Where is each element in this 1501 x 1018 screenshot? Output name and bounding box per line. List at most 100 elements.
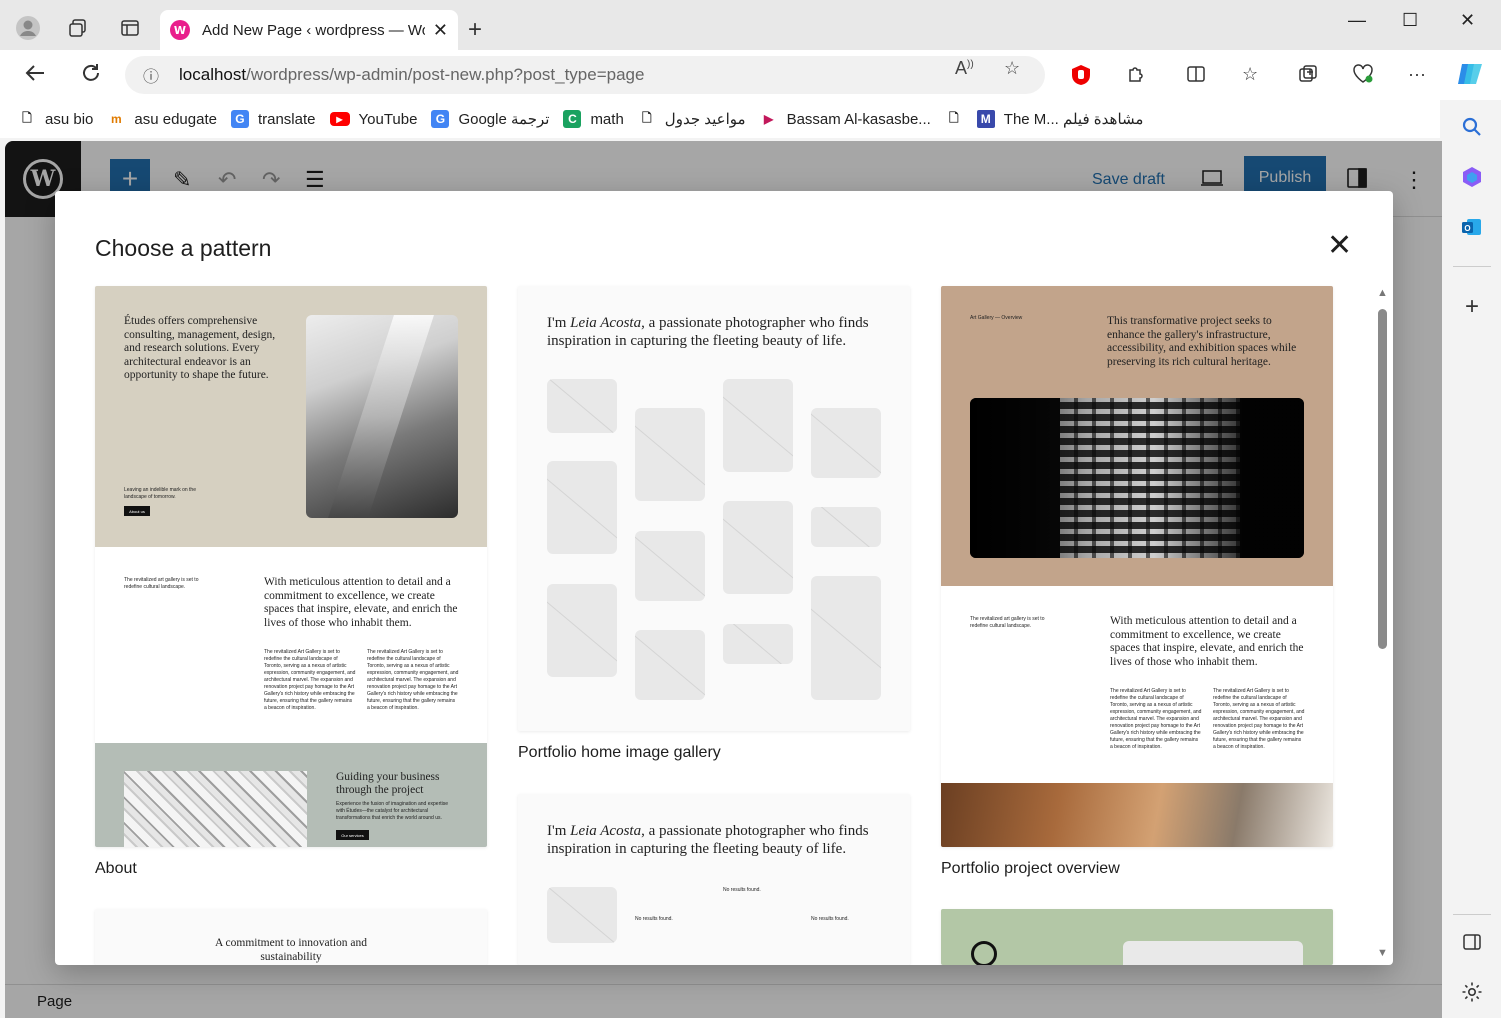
back-icon[interactable] xyxy=(24,62,46,90)
bookmark-the-m[interactable]: M The M... مشاهدة فيلم xyxy=(976,110,1143,128)
gallery-image-placeholder xyxy=(547,461,617,554)
gallery-image-placeholder xyxy=(723,379,793,472)
modal-title: Choose a pattern xyxy=(95,235,272,261)
commitment-text: A commitment to innovation and sustainab… xyxy=(214,937,368,963)
no-results-text: No results found. xyxy=(635,916,673,922)
bookmark-youtube[interactable]: ▶ YouTube xyxy=(329,111,417,128)
outlook-icon[interactable]: O xyxy=(1459,214,1485,240)
bookmark-google-translate[interactable]: G Google ترجمة xyxy=(431,110,549,128)
pattern-label-project-overview[interactable]: Portfolio project overview xyxy=(941,860,1120,878)
collections-icon[interactable] xyxy=(1298,64,1318,89)
wordpress-favicon-icon: W xyxy=(170,20,190,40)
tab-actions-icon[interactable] xyxy=(116,14,144,42)
no-results-text: No results found. xyxy=(811,916,849,922)
bookmark-asu-bio[interactable]: 🗋 asu bio xyxy=(18,110,93,128)
modal-scrollbar[interactable]: ▲ ▼ xyxy=(1375,287,1391,959)
pattern-card-portfolio-gallery[interactable]: I'm Leia Acosta, a passionate photograph… xyxy=(518,286,910,731)
pattern-card-green[interactable] xyxy=(941,909,1333,965)
url-path: /wordpress/wp-admin/post-new.php?post_ty… xyxy=(246,65,645,84)
copilot-sidebar-icon[interactable] xyxy=(1459,164,1485,190)
pattern-card-project-overview[interactable]: Art Gallery — Overview This transformati… xyxy=(941,286,1333,847)
google-translate-icon: G xyxy=(431,110,450,128)
about-us-button: About us xyxy=(124,506,150,516)
scroll-up-arrow-icon[interactable]: ▲ xyxy=(1377,287,1388,299)
pattern-label-about[interactable]: About xyxy=(95,860,137,878)
bookmark-schedule[interactable]: 🗋 مواعيد جدول xyxy=(638,110,746,129)
favorites-icon[interactable]: ☆ xyxy=(1242,64,1258,85)
gallery-heading: I'm Leia Acosta, a passionate photograph… xyxy=(547,315,869,349)
youtube-icon: ▶ xyxy=(329,112,350,126)
page-icon: 🗋 xyxy=(22,110,32,125)
about-guide-title: Guiding your business through the projec… xyxy=(336,771,440,796)
pattern-card-portfolio-gallery-alt[interactable]: I'm Leia Acosta, a passionate photograph… xyxy=(518,794,910,965)
page-icon: 🗋 xyxy=(948,110,959,125)
c-logo-icon: C xyxy=(563,110,582,128)
logo-mark-icon xyxy=(971,941,997,965)
browser-tab-bar: W Add New Page ‹ wordpress — WordPress ✕… xyxy=(0,0,1501,50)
bookmark-asu-edugate[interactable]: m asu edugate xyxy=(107,110,217,128)
search-icon[interactable] xyxy=(1459,114,1485,140)
gallery-image-placeholder xyxy=(811,576,881,700)
pattern-label-portfolio-gallery[interactable]: Portfolio home image gallery xyxy=(518,744,721,762)
about-body-col1: The revitalized Art Gallery is set to re… xyxy=(264,649,356,711)
settings-gear-icon[interactable] xyxy=(1459,979,1485,1005)
new-tab-button[interactable]: + xyxy=(468,16,482,44)
address-bar[interactable]: ⓘ localhost/wordpress/wp-admin/post-new.… xyxy=(125,56,1045,94)
copilot-icon[interactable] xyxy=(1456,60,1484,93)
close-tab-icon[interactable]: ✕ xyxy=(433,20,448,41)
close-modal-icon[interactable]: ✕ xyxy=(1327,231,1352,261)
project-statement: With meticulous attention to detail and … xyxy=(1110,615,1304,668)
bookmark-page[interactable]: 🗋 xyxy=(945,110,963,128)
add-sidebar-app-icon[interactable]: + xyxy=(1459,293,1485,320)
address-toolbar: ⓘ localhost/wordpress/wp-admin/post-new.… xyxy=(0,50,1501,100)
read-aloud-icon[interactable]: A)) xyxy=(955,58,974,79)
window-close-icon[interactable]: ✕ xyxy=(1460,10,1475,31)
profile-icon[interactable] xyxy=(14,14,42,42)
hide-sidebar-icon[interactable] xyxy=(1459,929,1485,955)
tab-title: Add New Page ‹ wordpress — WordPress xyxy=(202,21,425,39)
refresh-icon[interactable] xyxy=(80,62,102,90)
pattern-card-commitment[interactable]: A commitment to innovation and sustainab… xyxy=(95,909,487,965)
about-intro: Études offers comprehensive consulting, … xyxy=(124,315,276,382)
gallery-image-placeholder xyxy=(635,531,705,601)
gallery-image-placeholder xyxy=(547,887,617,943)
bookmark-math[interactable]: Cmath xyxy=(563,110,624,128)
workspaces-icon[interactable] xyxy=(64,14,92,42)
scroll-down-arrow-icon[interactable]: ▼ xyxy=(1377,947,1388,959)
adblock-extension-icon[interactable] xyxy=(1070,64,1092,91)
pattern-card-about[interactable]: Études offers comprehensive consulting, … xyxy=(95,286,487,847)
gallery-image-placeholder xyxy=(635,408,705,501)
about-guide-body: Experience the fusion of imagination and… xyxy=(336,801,449,821)
about-body-col2: The revitalized Art Gallery is set to re… xyxy=(367,649,459,711)
project-small-note: The revitalized art gallery is set to re… xyxy=(970,616,1045,629)
favorite-star-icon[interactable]: ☆ xyxy=(1004,58,1020,79)
gallery-image-placeholder xyxy=(547,379,617,433)
no-results-text: No results found. xyxy=(723,887,761,893)
project-kicker: Art Gallery — Overview xyxy=(970,315,1023,321)
edge-sidebar: O + xyxy=(1443,100,1501,1018)
minimize-icon[interactable]: — xyxy=(1348,10,1366,31)
site-info-icon[interactable]: ⓘ xyxy=(143,63,159,87)
maximize-icon[interactable]: ☐ xyxy=(1402,10,1418,31)
more-menu-icon[interactable]: ··· xyxy=(1408,64,1426,85)
image-placeholder xyxy=(1123,941,1303,965)
browser-essentials-icon[interactable] xyxy=(1352,64,1374,89)
about-statement: With meticulous attention to detail and … xyxy=(264,576,458,629)
facade-photo xyxy=(124,771,307,847)
choose-pattern-modal: Choose a pattern ✕ Études offers compreh… xyxy=(55,191,1393,965)
bookmarks-bar: 🗋 asu bio m asu edugate Gtranslate ▶ YouTub… xyxy=(0,100,1440,138)
about-small-note: The revitalized art gallery is set to re… xyxy=(124,577,199,590)
building-facade-photo xyxy=(970,398,1304,558)
m-logo-icon: M xyxy=(976,110,995,128)
bookmark-bassam[interactable]: ▶ Bassam Al-kasasbe... xyxy=(760,110,931,128)
gallery-alt-heading: I'm Leia Acosta, a passionate photograph… xyxy=(547,823,869,857)
active-tab[interactable]: W Add New Page ‹ wordpress — WordPress ✕ xyxy=(160,10,458,50)
extensions-icon[interactable] xyxy=(1126,64,1146,89)
m-logo-icon: m xyxy=(111,112,122,126)
split-screen-icon[interactable] xyxy=(1186,64,1206,89)
gallery-image-placeholder xyxy=(635,630,705,700)
scrollbar-thumb[interactable] xyxy=(1378,309,1387,649)
gallery-image-placeholder xyxy=(547,584,617,677)
gallery-image-placeholder xyxy=(811,507,881,547)
bookmark-translate[interactable]: Gtranslate xyxy=(230,110,316,128)
